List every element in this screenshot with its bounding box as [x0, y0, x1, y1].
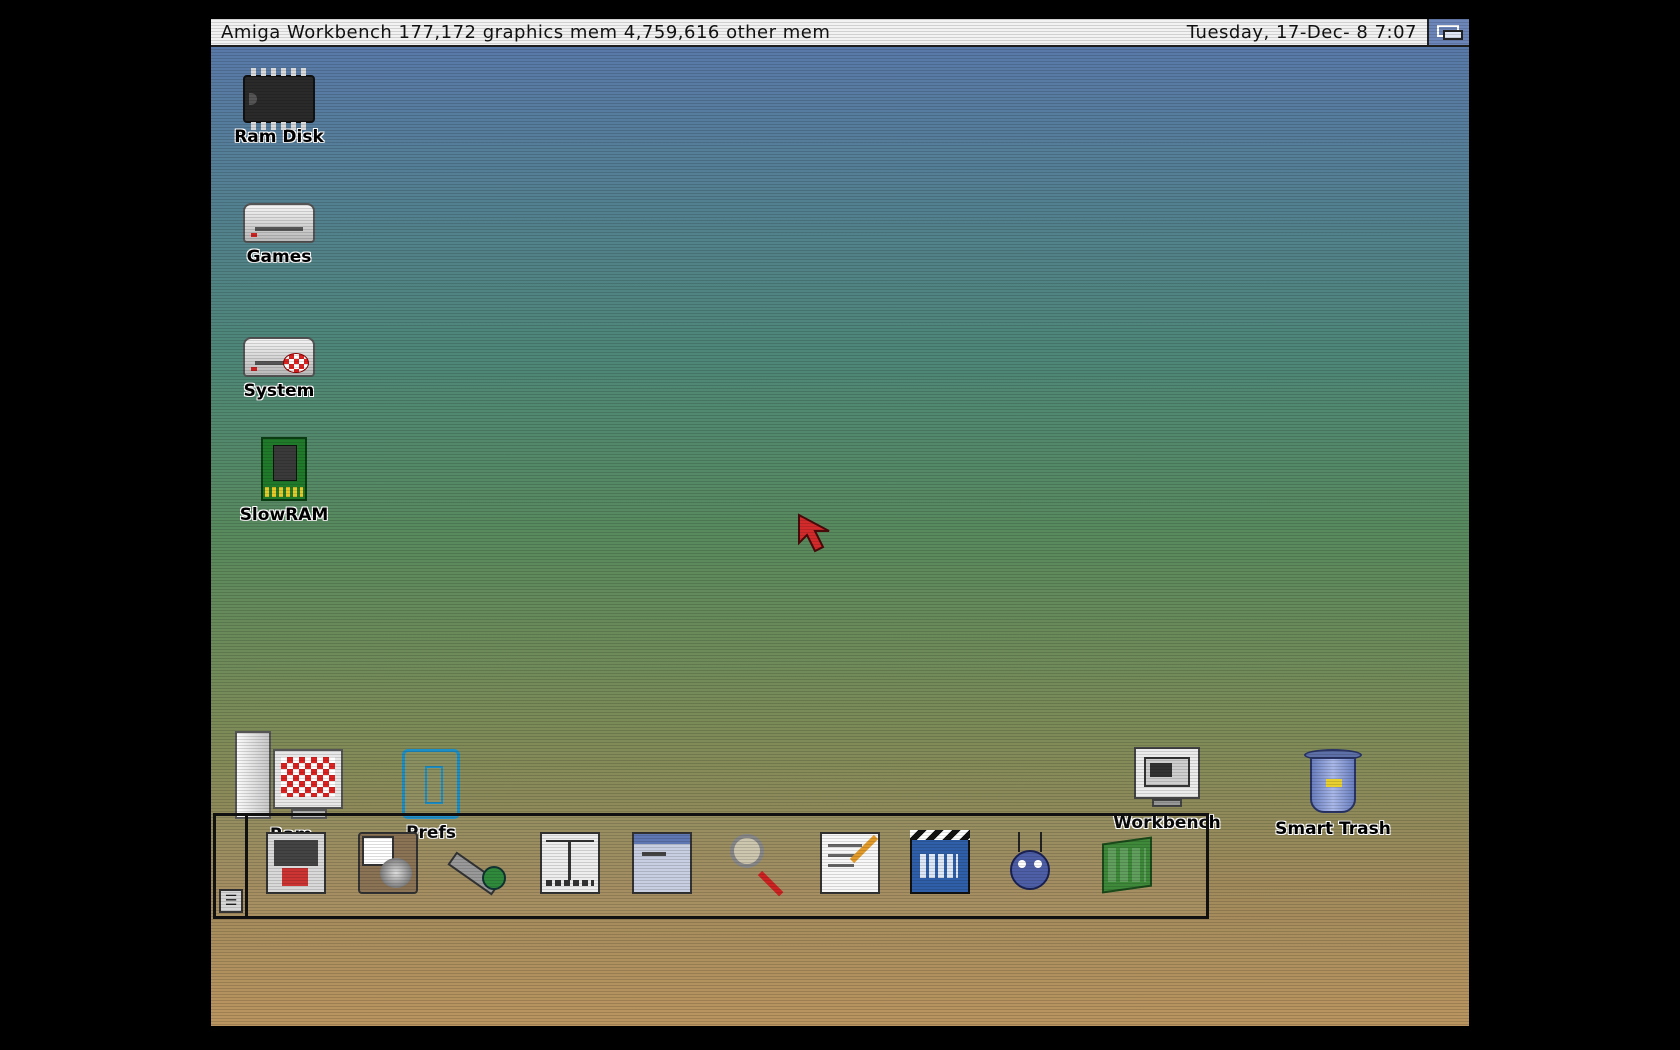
dock-item-editor[interactable] [814, 826, 886, 902]
window-icon [632, 832, 692, 894]
system-drive-icon [243, 337, 315, 377]
desktop-icon-ram-disk[interactable]: Ram Disk [231, 68, 327, 147]
desktop-icon-slowram[interactable]: SlowRAM [231, 437, 337, 525]
prefs-drawer-icon [402, 749, 460, 819]
depth-front-icon [1443, 30, 1463, 40]
desktop-icon-label: Ram Disk [234, 127, 324, 147]
dock-item-multiview[interactable] [352, 826, 424, 902]
chip-icon [243, 68, 315, 130]
dock-item-shell[interactable] [260, 826, 332, 902]
desktop-icon-label: Games [246, 247, 312, 267]
disk-drive-icon [243, 203, 315, 243]
desktop-icon-system[interactable]: System [231, 337, 327, 401]
flashlight-icon [447, 832, 508, 896]
mouse-pointer-icon [798, 513, 830, 553]
desktop-icon-label: Smart Trash [1275, 819, 1391, 839]
clapperboard-icon [910, 830, 970, 894]
dock-item-filemanager[interactable] [534, 826, 606, 902]
screen-title-bar[interactable]: Amiga Workbench 177,172 graphics mem 4,7… [211, 19, 1469, 47]
workbench-screen: Amiga Workbench 177,172 graphics mem 4,7… [211, 19, 1469, 1026]
monitor-icon [1134, 747, 1200, 809]
file-manager-icon [540, 832, 600, 894]
text-editor-icon [820, 832, 880, 894]
dock-menu-button[interactable]: ☰ [219, 889, 243, 913]
trash-can-icon [1304, 749, 1362, 815]
multiview-icon [358, 832, 418, 894]
dock-item-player[interactable] [904, 826, 976, 902]
dock-item-flashlight[interactable] [442, 826, 514, 902]
dock-item-window[interactable] [626, 826, 698, 902]
desktop-icon-label: SlowRAM [239, 505, 329, 525]
ram-board-icon [261, 437, 307, 501]
desktop-icon-trash[interactable]: Smart Trash [1263, 749, 1403, 839]
desktop-icon-label: System [243, 381, 315, 401]
magnifier-icon [728, 832, 788, 897]
app-dock: ☰ [213, 813, 1209, 919]
dock-item-search[interactable] [722, 826, 794, 902]
desktop-icon-games[interactable]: Games [231, 203, 327, 267]
screen-title: Amiga Workbench 177,172 graphics mem 4,7… [221, 22, 831, 43]
dock-item-bug[interactable] [994, 826, 1066, 902]
bug-icon [1000, 832, 1060, 894]
screen-depth-gadget[interactable] [1427, 19, 1469, 45]
shell-icon [266, 832, 326, 894]
dock-item-blocks[interactable] [1090, 826, 1162, 902]
dock-drag-handle[interactable]: ☰ [216, 816, 248, 916]
green-cube-icon [1096, 832, 1156, 894]
screen-date-time: Tuesday, 17-Dec- 8 7:07 [1186, 22, 1417, 43]
computer-icon [235, 731, 347, 821]
